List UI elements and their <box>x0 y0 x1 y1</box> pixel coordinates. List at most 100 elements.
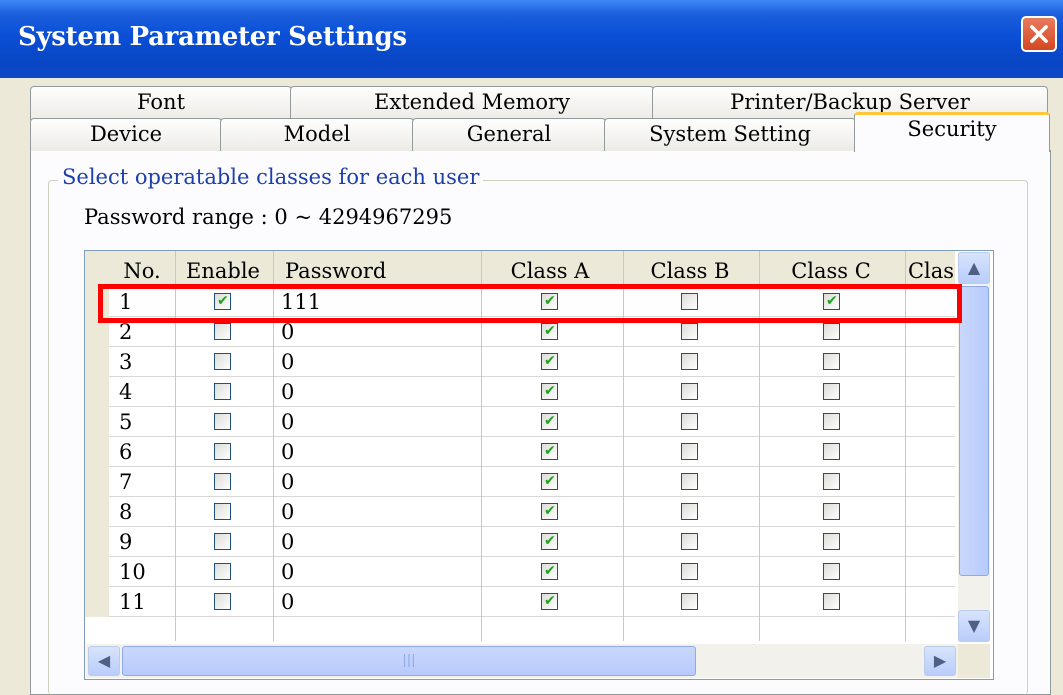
enable-checkbox[interactable] <box>214 593 231 610</box>
class-c-checkbox[interactable] <box>823 443 840 460</box>
class-a-checkbox[interactable]: ✔ <box>541 353 558 370</box>
horizontal-scrollbar[interactable]: ◀ ||| ▶ <box>86 644 958 678</box>
tab-label: Model <box>283 122 351 146</box>
row-selector[interactable] <box>85 527 109 557</box>
class-b-checkbox[interactable] <box>681 323 698 340</box>
scroll-up-button[interactable]: ▲ <box>958 252 990 284</box>
row-selector[interactable] <box>85 377 109 407</box>
class-b-checkbox[interactable] <box>681 473 698 490</box>
row-number: 11 <box>119 590 146 614</box>
column-header-class-d[interactable]: Clas <box>907 251 955 287</box>
checkmark-icon: ✔ <box>544 443 556 459</box>
row-selector[interactable] <box>85 437 109 467</box>
class-a-checkbox[interactable]: ✔ <box>541 563 558 580</box>
checkmark-icon: ✔ <box>544 533 556 549</box>
class-a-checkbox[interactable]: ✔ <box>541 323 558 340</box>
password-cell[interactable]: 0 <box>281 467 294 497</box>
password-cell[interactable]: 0 <box>281 587 294 617</box>
class-c-checkbox[interactable] <box>823 563 840 580</box>
table-row[interactable]: 9 0 ✔ <box>85 527 955 557</box>
class-c-checkbox[interactable] <box>823 533 840 550</box>
enable-checkbox[interactable] <box>214 353 231 370</box>
tab-extended-memory[interactable]: Extended Memory <box>290 86 654 120</box>
title-bar[interactable]: System Parameter Settings <box>0 0 1063 78</box>
checkmark-icon: ✔ <box>544 593 556 609</box>
column-header-class-a[interactable]: Class A <box>481 251 619 287</box>
table-row[interactable]: 5 0 ✔ <box>85 407 955 437</box>
class-a-checkbox[interactable]: ✔ <box>541 473 558 490</box>
table-row[interactable]: 4 0 ✔ <box>85 377 955 407</box>
enable-checkbox[interactable] <box>214 563 231 580</box>
password-cell[interactable]: 0 <box>281 527 294 557</box>
table-row[interactable]: 3 0 ✔ <box>85 347 955 377</box>
enable-checkbox[interactable] <box>214 383 231 400</box>
scroll-left-button[interactable]: ◀ <box>88 646 120 676</box>
close-button[interactable] <box>1021 16 1057 52</box>
class-c-checkbox[interactable] <box>823 323 840 340</box>
class-a-checkbox[interactable]: ✔ <box>541 443 558 460</box>
class-b-checkbox[interactable] <box>681 533 698 550</box>
enable-checkbox[interactable] <box>214 503 231 520</box>
scroll-down-button[interactable]: ▼ <box>958 610 990 642</box>
class-c-checkbox[interactable] <box>823 593 840 610</box>
class-a-checkbox[interactable]: ✔ <box>541 383 558 400</box>
tab-general[interactable]: General <box>412 118 606 151</box>
class-b-checkbox[interactable] <box>681 593 698 610</box>
row-selector[interactable] <box>85 557 109 587</box>
password-cell[interactable]: 0 <box>281 377 294 407</box>
enable-checkbox[interactable] <box>214 533 231 550</box>
tab-label: General <box>466 122 552 146</box>
class-a-checkbox[interactable]: ✔ <box>541 413 558 430</box>
table-row[interactable]: 8 0 ✔ <box>85 497 955 527</box>
class-b-checkbox[interactable] <box>681 443 698 460</box>
table-row[interactable]: 10 0 ✔ <box>85 557 955 587</box>
row-selector[interactable] <box>85 467 109 497</box>
column-header-enable[interactable]: Enable <box>175 251 271 287</box>
row-selector[interactable] <box>85 347 109 377</box>
enable-checkbox[interactable] <box>214 473 231 490</box>
tab-device[interactable]: Device <box>30 118 222 151</box>
vertical-scrollbar[interactable]: ▲ ▼ <box>958 252 990 642</box>
password-cell[interactable]: 0 <box>281 407 294 437</box>
enable-checkbox[interactable] <box>214 413 231 430</box>
row-number: 6 <box>119 440 133 464</box>
column-header-no[interactable]: No. <box>109 251 175 287</box>
class-b-checkbox[interactable] <box>681 503 698 520</box>
table-row[interactable]: 11 0 ✔ <box>85 587 955 617</box>
class-b-checkbox[interactable] <box>681 413 698 430</box>
class-c-checkbox[interactable] <box>823 413 840 430</box>
tab-label: Device <box>89 122 163 146</box>
row-selector[interactable] <box>85 587 109 617</box>
table-row[interactable]: 6 0 ✔ <box>85 437 955 467</box>
class-a-checkbox[interactable]: ✔ <box>541 533 558 550</box>
column-header-class-c[interactable]: Class C <box>759 251 903 287</box>
class-b-checkbox[interactable] <box>681 353 698 370</box>
class-a-checkbox[interactable]: ✔ <box>541 503 558 520</box>
password-cell[interactable]: 0 <box>281 437 294 467</box>
class-b-checkbox[interactable] <box>681 383 698 400</box>
column-header-class-b[interactable]: Class B <box>623 251 757 287</box>
scroll-right-button[interactable]: ▶ <box>924 646 956 676</box>
class-c-checkbox[interactable] <box>823 353 840 370</box>
class-c-checkbox[interactable] <box>823 383 840 400</box>
tab-system-setting[interactable]: System Setting <box>604 118 856 151</box>
vertical-scroll-thumb[interactable] <box>959 286 989 576</box>
password-cell[interactable]: 0 <box>281 347 294 377</box>
enable-checkbox[interactable] <box>214 443 231 460</box>
row-selector[interactable] <box>85 497 109 527</box>
horizontal-scroll-thumb[interactable]: ||| <box>122 646 696 676</box>
table-row[interactable]: 7 0 ✔ <box>85 467 955 497</box>
column-header-password[interactable]: Password <box>273 251 465 287</box>
password-cell[interactable]: 0 <box>281 497 294 527</box>
highlight-box-row-1 <box>98 284 962 323</box>
class-c-checkbox[interactable] <box>823 503 840 520</box>
password-cell[interactable]: 0 <box>281 557 294 587</box>
row-selector[interactable] <box>85 407 109 437</box>
class-a-checkbox[interactable]: ✔ <box>541 593 558 610</box>
enable-checkbox[interactable] <box>214 323 231 340</box>
tab-font[interactable]: Font <box>30 86 292 120</box>
class-c-checkbox[interactable] <box>823 473 840 490</box>
tab-model[interactable]: Model <box>220 118 414 151</box>
tab-security[interactable]: Security <box>854 112 1050 152</box>
class-b-checkbox[interactable] <box>681 563 698 580</box>
